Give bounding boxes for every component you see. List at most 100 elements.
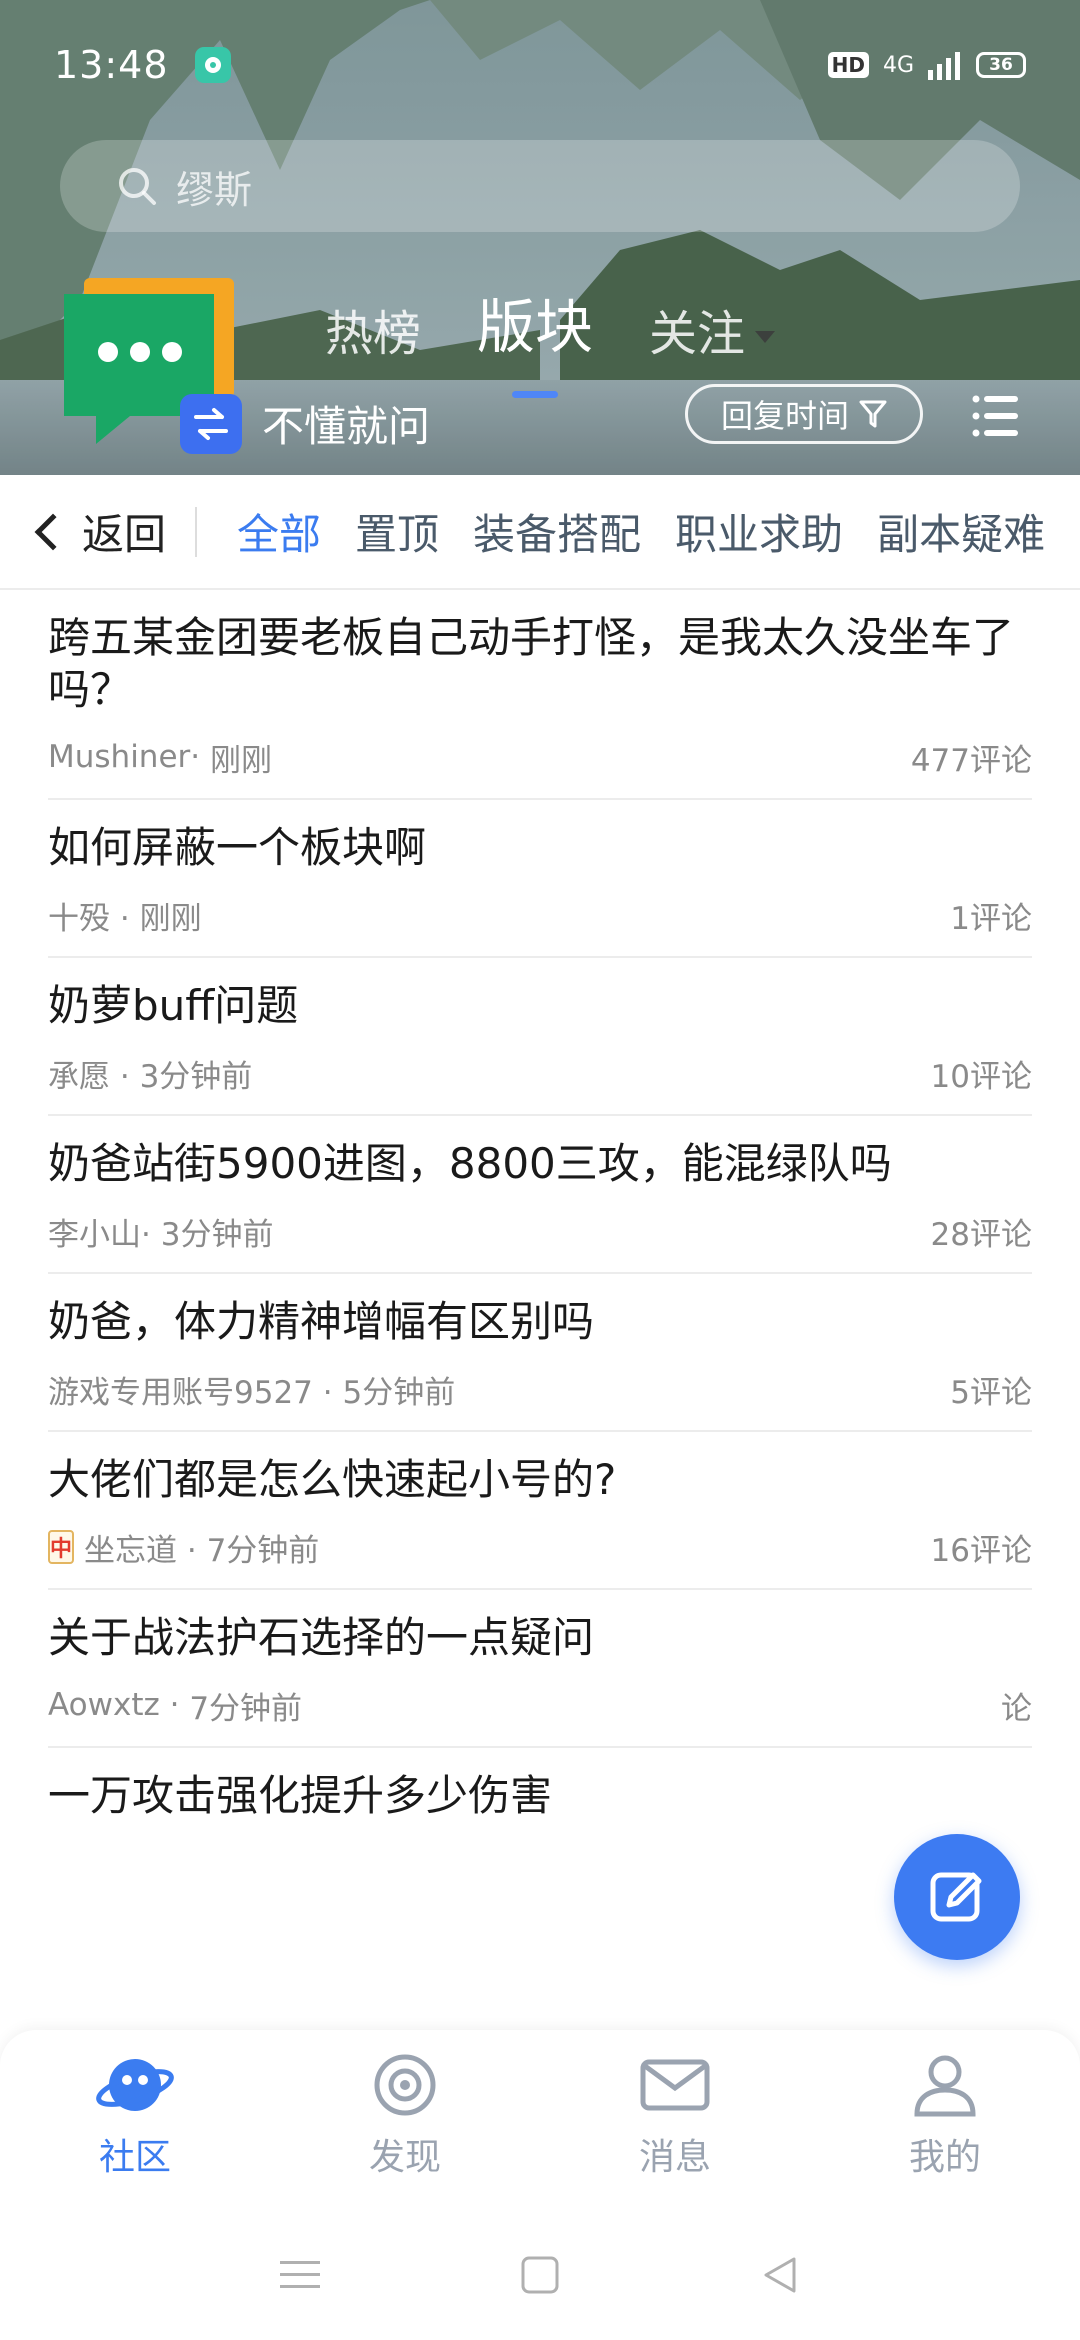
post-author-time: 李小山· 3分钟前 (48, 1209, 273, 1254)
category-dungeon[interactable]: 副本疑难 (877, 501, 1045, 562)
post-author: 游戏专用账号9527 · (48, 1374, 333, 1411)
post-author-time: 游戏专用账号9527 · 5分钟前 (48, 1367, 455, 1412)
list-item[interactable]: 一万攻击强化提升多少伤害 (48, 1748, 1032, 1822)
post-author: 坐忘道 · (84, 1532, 197, 1569)
nav-community[interactable]: 社区 (0, 2030, 270, 2210)
post-time: 刚刚 (209, 742, 272, 779)
system-nav-bar (0, 2210, 1080, 2340)
planet-icon (96, 2059, 174, 2111)
post-author-time: Aowxtz · 7分钟前 (48, 1683, 302, 1728)
post-comments: 16评论 (930, 1532, 1032, 1569)
post-meta: 中坐忘道 · 7分钟前 16评论 (48, 1506, 1032, 1588)
category-equipment[interactable]: 装备搭配 (473, 501, 641, 562)
post-meta: 十殁 · 刚刚 1评论 (48, 874, 1032, 956)
post-time: 7分钟前 (206, 1532, 320, 1569)
chat-app-icon (194, 47, 231, 83)
tab-hot[interactable]: 热榜 (325, 294, 421, 364)
sort-label: 回复时间 (720, 397, 849, 435)
search-placeholder: 缪斯 (176, 167, 253, 212)
category-bar: 返回 全部 置顶 装备搭配 职业求助 副本疑难 (0, 475, 1080, 590)
category-pinned[interactable]: 置顶 (355, 501, 439, 562)
list-menu-icon[interactable] (972, 393, 1018, 439)
post-author-time: 承愿 · 3分钟前 (48, 1051, 252, 1096)
post-comments: 论 (1001, 1690, 1032, 1727)
list-item[interactable]: 奶爸站街5900进图，8800三攻，能混绿队吗 李小山· 3分钟前 28评论 (48, 1116, 1032, 1274)
hd-badge: HD (827, 52, 869, 78)
post-title: 如何屏蔽一个板块啊 (48, 823, 427, 872)
post-title: 关于战法护石选择的一点疑问 (48, 1613, 595, 1662)
post-author-time: 中坐忘道 · 7分钟前 (48, 1525, 319, 1570)
post-comments: 1评论 (950, 900, 1032, 937)
tab-follow-label: 关注 (649, 306, 746, 362)
tab-boards[interactable]: 版块 (477, 280, 593, 364)
board-header: 13:48 HD 4G 36 缪斯 不懂就问 热榜 版块 关注 回复时间 (0, 0, 1080, 475)
post-time: 5分钟前 (342, 1374, 456, 1411)
mail-icon (640, 2059, 710, 2111)
post-author: 承愿 · (48, 1058, 130, 1095)
chevron-left-icon (34, 513, 72, 550)
post-time: 3分钟前 (160, 1216, 274, 1253)
post-title: 奶萝buff问题 (48, 981, 299, 1030)
list-item[interactable]: 关于战法护石选择的一点疑问 Aowxtz · 7分钟前 论 (48, 1590, 1032, 1748)
post-meta: 游戏专用账号9527 · 5分钟前 5评论 (48, 1348, 1032, 1430)
tab-follow[interactable]: 关注 (649, 294, 776, 364)
status-indicators: HD 4G 36 (827, 50, 1026, 80)
edit-icon (930, 1872, 982, 1922)
caret-down-icon (755, 331, 776, 343)
post-meta: Mushiner· 刚刚 477评论 (48, 716, 1032, 798)
post-comments: 477评论 (910, 742, 1032, 779)
category-class-help[interactable]: 职业求助 (675, 501, 843, 562)
post-comments: 10评论 (930, 1058, 1032, 1095)
back-icon[interactable] (760, 2255, 800, 2295)
post-author: 李小山· (48, 1216, 151, 1253)
list-item[interactable]: 如何屏蔽一个板块啊 十殁 · 刚刚 1评论 (48, 800, 1032, 958)
post-comments: 28评论 (930, 1216, 1032, 1253)
list-item[interactable]: 奶爸，体力精神增幅有区别吗 游戏专用账号9527 · 5分钟前 5评论 (48, 1274, 1032, 1432)
search-bar[interactable]: 缪斯 (60, 140, 1020, 232)
compose-button[interactable] (894, 1834, 1020, 1960)
mahjong-badge-icon: 中 (48, 1530, 74, 1564)
swap-icon (194, 408, 228, 440)
post-title: 奶爸，体力精神增幅有区别吗 (48, 1297, 595, 1346)
nav-discover[interactable]: 发现 (270, 2030, 540, 2210)
menu-icon[interactable] (280, 2258, 320, 2292)
divider (195, 506, 197, 557)
post-author: Aowxtz · (48, 1687, 180, 1723)
nav-messages-label: 消息 (638, 2137, 711, 2178)
back-label: 返回 (82, 510, 167, 559)
battery-icon: 36 (976, 52, 1026, 78)
discover-icon (374, 2054, 436, 2116)
board-name: 不懂就问 (262, 402, 431, 451)
list-item[interactable]: 大佬们都是怎么快速起小号的? 中坐忘道 · 7分钟前 16评论 (48, 1432, 1032, 1590)
post-title: 跨五某金团要老板自己动手打怪，是我太久没坐车了吗？ (48, 613, 1015, 714)
search-icon (119, 168, 156, 205)
post-author: 十殁 · (48, 900, 130, 937)
user-icon (914, 2055, 976, 2117)
post-list: 跨五某金团要老板自己动手打怪，是我太久没坐车了吗？ Mushiner· 刚刚 4… (0, 590, 1080, 1822)
nav-profile[interactable]: 我的 (810, 2030, 1080, 2210)
category-all[interactable]: 全部 (237, 501, 321, 562)
post-title: 大佬们都是怎么快速起小号的? (48, 1455, 617, 1504)
filter-icon (859, 400, 887, 428)
back-button[interactable]: 返回 (0, 501, 195, 562)
status-bar: 13:48 HD 4G 36 (0, 0, 1080, 130)
post-comments: 5评论 (950, 1374, 1032, 1411)
signal-icon (928, 52, 960, 80)
home-icon[interactable] (520, 2255, 560, 2295)
list-item[interactable]: 奶萝buff问题 承愿 · 3分钟前 10评论 (48, 958, 1032, 1116)
network-label: 4G (882, 52, 914, 78)
nav-profile-label: 我的 (908, 2137, 981, 2178)
list-item[interactable]: 跨五某金团要老板自己动手打怪，是我太久没坐车了吗？ Mushiner· 刚刚 4… (48, 590, 1032, 800)
post-time: 刚刚 (139, 900, 202, 937)
sort-button[interactable]: 回复时间 (685, 384, 923, 444)
post-meta: 李小山· 3分钟前 28评论 (48, 1190, 1032, 1272)
post-author-time: 十殁 · 刚刚 (48, 893, 202, 938)
bottom-nav: 社区 发现 消息 我的 (0, 2030, 1080, 2210)
top-tabs: 热榜 版块 关注 (325, 280, 776, 364)
post-meta: 承愿 · 3分钟前 10评论 (48, 1032, 1032, 1114)
nav-discover-label: 发现 (368, 2137, 441, 2178)
switch-board-button[interactable] (180, 394, 242, 454)
nav-community-label: 社区 (98, 2137, 171, 2178)
post-time: 7分钟前 (189, 1690, 303, 1727)
nav-messages[interactable]: 消息 (540, 2030, 810, 2210)
